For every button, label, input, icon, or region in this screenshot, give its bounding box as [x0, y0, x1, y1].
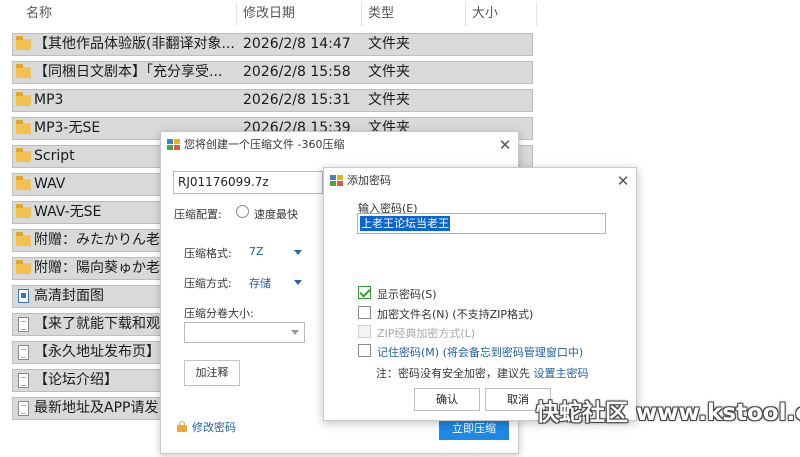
- text-file-icon: [18, 373, 29, 388]
- chevron-down-icon[interactable]: [294, 250, 302, 255]
- security-note: 注：密码没有安全加密，建议先 设置主密码: [376, 365, 589, 381]
- sort-ascending-icon: ⌃: [122, 0, 131, 6]
- file-row[interactable]: MP3 2026/2/8 15:31 文件夹: [12, 89, 533, 112]
- folder-icon: [16, 64, 31, 78]
- folder-icon: [16, 204, 31, 218]
- show-password-checkbox[interactable]: [358, 286, 371, 299]
- confirm-button[interactable]: 确认: [414, 388, 480, 411]
- add-comment-button[interactable]: 加注释: [184, 360, 240, 386]
- volume-size-label: 压缩分卷大小:: [184, 307, 254, 320]
- folder-icon: [16, 232, 31, 246]
- password-dialog-titlebar[interactable]: 添加密码 ✕: [324, 168, 636, 194]
- encrypt-filenames-checkbox[interactable]: [358, 306, 371, 319]
- method-label: 压缩方式:: [184, 277, 232, 290]
- close-icon[interactable]: ✕: [496, 136, 514, 154]
- close-icon[interactable]: ✕: [614, 172, 632, 190]
- file-name: 【同梱日文剧本】「充分享受...: [34, 64, 223, 80]
- method-select[interactable]: 存储: [249, 275, 271, 291]
- change-password-link[interactable]: 修改密码: [192, 419, 236, 435]
- folder-icon: [16, 148, 31, 162]
- folder-icon: [16, 36, 31, 50]
- file-modified-date: 2026/2/8 15:58: [243, 64, 351, 80]
- folder-icon: [16, 260, 31, 274]
- archive-filename-input[interactable]: RJ01176099.7z: [173, 171, 323, 194]
- security-note-text: 注：密码没有安全加密，建议先: [376, 367, 530, 380]
- file-type: 文件夹: [368, 36, 410, 52]
- watermark-text: 快蛇社区 www.kstool.cc: [536, 400, 800, 426]
- chevron-down-icon[interactable]: [291, 330, 299, 335]
- file-row[interactable]: 【其他作品体验版(非翻译对象... 2026/2/8 14:47 文件夹: [12, 33, 533, 56]
- encrypt-filenames-label[interactable]: 加密文件名(N) (不支持ZIP格式): [377, 306, 533, 322]
- format-select[interactable]: 7Z: [249, 245, 264, 258]
- column-header-size[interactable]: 大小: [472, 0, 498, 28]
- text-file-icon: [18, 317, 29, 332]
- column-divider[interactable]: [236, 2, 237, 26]
- config-radio-fastest[interactable]: [236, 205, 249, 218]
- folder-icon: [16, 176, 31, 190]
- compress-dialog-titlebar[interactable]: 您将创建一个压缩文件 -360压缩 ✕: [161, 132, 518, 158]
- format-label: 压缩格式:: [184, 247, 232, 260]
- text-file-icon: [18, 401, 29, 416]
- column-header-type[interactable]: 类型: [368, 0, 394, 28]
- file-type: 文件夹: [368, 92, 410, 108]
- file-type: 文件夹: [368, 64, 410, 80]
- file-modified-date: 2026/2/8 15:31: [243, 92, 351, 108]
- column-header-name[interactable]: 名称: [26, 0, 52, 28]
- volume-size-select[interactable]: [184, 322, 305, 343]
- file-name: 【其他作品体验版(非翻译对象...: [34, 36, 235, 52]
- chevron-down-icon[interactable]: [294, 280, 302, 285]
- file-row[interactable]: 【同梱日文剧本】「充分享受... 2026/2/8 15:58 文件夹: [12, 61, 533, 84]
- file-modified-date: 2026/2/8 14:47: [243, 36, 351, 52]
- column-header-modified[interactable]: 修改日期: [243, 0, 295, 28]
- add-password-dialog: 添加密码 ✕ 输入密码(E) 上老王论坛当老王 显示密码(S) 加密文件名(N)…: [323, 167, 637, 421]
- compress-config-label: 压缩配置:: [174, 208, 222, 221]
- set-master-password-link[interactable]: 设置主密码: [534, 367, 589, 380]
- column-divider[interactable]: [465, 2, 466, 26]
- password-input[interactable]: 上老王论坛当老王: [357, 213, 606, 234]
- zip-classic-encryption-label: ZIP经典加密方式(L): [377, 327, 476, 340]
- remember-password-checkbox[interactable]: [358, 344, 371, 357]
- password-dialog-title: 添加密码: [347, 174, 391, 187]
- folder-icon: [16, 92, 31, 106]
- image-file-icon: [18, 289, 29, 303]
- password-value: 上老王论坛当老王: [360, 216, 450, 231]
- show-password-label[interactable]: 显示密码(S): [377, 286, 437, 302]
- 360-zip-app-icon: [167, 139, 180, 151]
- compress-dialog-title: 您将创建一个压缩文件 -360压缩: [184, 138, 345, 151]
- zip-classic-encryption-checkbox: [358, 325, 371, 338]
- start-compress-button[interactable]: 立即压缩: [439, 418, 509, 440]
- file-name: MP3: [34, 92, 64, 108]
- lock-icon: [177, 421, 187, 432]
- text-file-icon: [18, 345, 29, 360]
- column-divider[interactable]: [536, 2, 537, 26]
- remember-password-label[interactable]: 记住密码(M) (将会备忘到密码管理窗口中): [377, 344, 583, 360]
- column-divider[interactable]: [361, 2, 362, 26]
- 360-zip-app-icon: [330, 175, 343, 187]
- config-option-fastest-label[interactable]: 速度最快: [254, 206, 298, 222]
- folder-icon: [16, 120, 31, 134]
